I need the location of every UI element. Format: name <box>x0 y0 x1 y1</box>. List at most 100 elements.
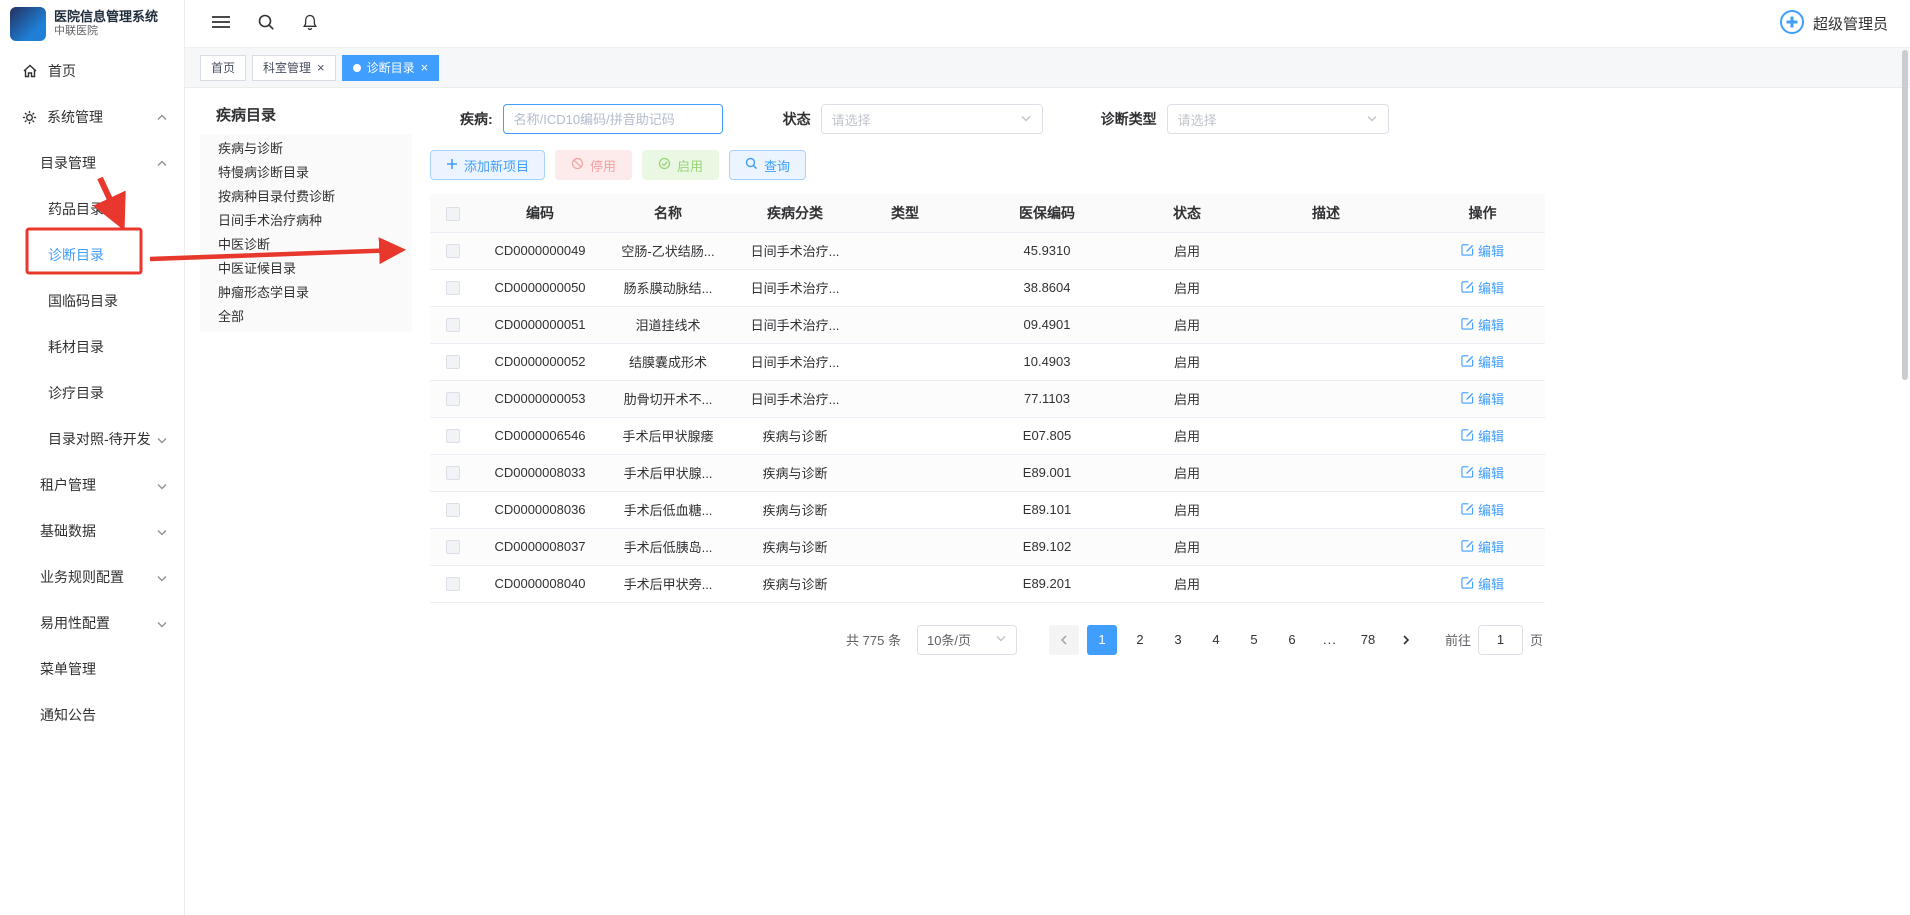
chevron-down-icon <box>1366 112 1378 127</box>
catalog-list: 疾病与诊断 特慢病诊断目录 按病种目录付费诊断 日间手术治疗病种 中医诊断 中医… <box>200 134 412 332</box>
cell-status: 启用 <box>1142 232 1232 269</box>
edit-button[interactable]: 编辑 <box>1461 352 1504 371</box>
edit-button[interactable]: 编辑 <box>1461 500 1504 519</box>
status-select[interactable]: 请选择 <box>821 104 1043 134</box>
user-menu[interactable]: 超级管理员 <box>1779 9 1888 39</box>
row-checkbox[interactable] <box>446 540 460 554</box>
catalog-panel-title: 疾病目录 <box>200 96 412 134</box>
sidebar-item-home[interactable]: 首页 <box>0 48 184 94</box>
cell-type <box>858 454 952 491</box>
catalog-item-tcm-diagnosis[interactable]: 中医诊断 <box>200 233 412 257</box>
cell-category: 疾病与诊断 <box>732 417 858 454</box>
search-icon[interactable] <box>257 13 275 34</box>
sidebar-item-catalog-management[interactable]: 目录管理 <box>0 140 184 186</box>
tab-diagnosis-catalog[interactable]: 诊断目录 × <box>342 55 440 81</box>
disable-button-label: 停用 <box>590 156 616 175</box>
page-button-4[interactable]: 4 <box>1201 625 1231 655</box>
sidebar-item-base-data[interactable]: 基础数据 <box>0 508 184 554</box>
edit-button[interactable]: 编辑 <box>1461 574 1504 593</box>
row-checkbox[interactable] <box>446 392 460 406</box>
page-button-2[interactable]: 2 <box>1125 625 1155 655</box>
catalog-item-special-chronic[interactable]: 特慢病诊断目录 <box>200 161 412 185</box>
cell-status: 启用 <box>1142 417 1232 454</box>
catalog-item-day-surgery[interactable]: 日间手术治疗病种 <box>200 209 412 233</box>
edit-button[interactable]: 编辑 <box>1461 426 1504 445</box>
diagnosis-type-select[interactable]: 请选择 <box>1167 104 1389 134</box>
page-button-1[interactable]: 1 <box>1087 625 1117 655</box>
row-checkbox[interactable] <box>446 503 460 517</box>
add-item-button[interactable]: 添加新项目 <box>430 150 545 180</box>
close-icon[interactable]: × <box>317 61 325 74</box>
cell-name: 结膜囊成形术 <box>604 343 732 380</box>
page-button-3[interactable]: 3 <box>1163 625 1193 655</box>
edit-button[interactable]: 编辑 <box>1461 463 1504 482</box>
edit-button[interactable]: 编辑 <box>1461 241 1504 260</box>
chevron-down-icon <box>995 632 1007 647</box>
sidebar-item-treatment-catalog[interactable]: 诊疗目录 <box>0 370 184 416</box>
chevron-up-icon <box>156 111 168 127</box>
select-all-checkbox[interactable] <box>446 207 460 221</box>
enable-button[interactable]: 启用 <box>642 150 719 180</box>
sidebar-item-usability-config[interactable]: 易用性配置 <box>0 600 184 646</box>
catalog-item-tcm-syndrome[interactable]: 中医证候目录 <box>200 257 412 281</box>
page-button-5[interactable]: 5 <box>1239 625 1269 655</box>
row-checkbox[interactable] <box>446 355 460 369</box>
row-checkbox[interactable] <box>446 281 460 295</box>
sidebar-item-system-management[interactable]: 系统管理 <box>0 94 184 140</box>
diagnosis-table: 编码 名称 疾病分类 类型 医保编码 状态 描述 操作 <box>430 194 1545 603</box>
sidebar-item-national-code-catalog[interactable]: 国临码目录 <box>0 278 184 324</box>
bell-icon[interactable] <box>301 13 319 34</box>
page-size-select[interactable]: 10条/页 <box>917 625 1017 655</box>
edit-button[interactable]: 编辑 <box>1461 315 1504 334</box>
sidebar-item-drug-catalog[interactable]: 药品目录 <box>0 186 184 232</box>
sidebar-item-consumables-catalog[interactable]: 耗材目录 <box>0 324 184 370</box>
edit-button[interactable]: 编辑 <box>1461 537 1504 556</box>
prev-page-button[interactable] <box>1049 625 1079 655</box>
tab-home[interactable]: 首页 <box>200 55 246 81</box>
row-checkbox[interactable] <box>446 244 460 258</box>
goto-page-input[interactable] <box>1478 625 1523 655</box>
cell-status: 启用 <box>1142 343 1232 380</box>
vertical-scrollbar[interactable] <box>1902 50 1908 380</box>
sidebar-item-business-rules[interactable]: 业务规则配置 <box>0 554 184 600</box>
cell-category: 日间手术治疗... <box>732 269 858 306</box>
sidebar-item-menu-management[interactable]: 菜单管理 <box>0 646 184 692</box>
cell-code: CD0000000052 <box>476 343 604 380</box>
cell-code: CD0000008033 <box>476 454 604 491</box>
close-icon[interactable]: × <box>421 61 429 74</box>
cell-code: CD0000008040 <box>476 565 604 602</box>
cell-description <box>1232 306 1420 343</box>
plus-icon <box>446 158 458 173</box>
cell-insurance-code: E89.101 <box>952 491 1142 528</box>
query-button[interactable]: 查询 <box>729 150 806 180</box>
cell-description <box>1232 380 1420 417</box>
cell-type <box>858 417 952 454</box>
next-page-button[interactable] <box>1391 625 1421 655</box>
cell-name: 手术后低血糖... <box>604 491 732 528</box>
page-button-last[interactable]: 78 <box>1353 625 1383 655</box>
table-row: CD0000000051 泪道挂线术 日间手术治疗... 09.4901 启用 … <box>430 306 1545 343</box>
disease-catalog-panel: 疾病目录 疾病与诊断 特慢病诊断目录 按病种目录付费诊断 日间手术治疗病种 中医… <box>200 96 412 915</box>
more-pages-ellipsis[interactable]: ... <box>1315 625 1345 655</box>
row-checkbox[interactable] <box>446 577 460 591</box>
catalog-item-disease-diagnosis[interactable]: 疾病与诊断 <box>200 137 412 161</box>
edit-button[interactable]: 编辑 <box>1461 278 1504 297</box>
collapse-menu-icon[interactable] <box>211 14 231 33</box>
tab-department-management[interactable]: 科室管理 × <box>252 55 336 81</box>
disease-search-input[interactable] <box>503 104 723 134</box>
row-checkbox[interactable] <box>446 318 460 332</box>
page-button-6[interactable]: 6 <box>1277 625 1307 655</box>
disable-button[interactable]: 停用 <box>555 150 632 180</box>
sidebar-item-catalog-mapping[interactable]: 目录对照-待开发 <box>0 416 184 462</box>
sidebar-item-tenant-management[interactable]: 租户管理 <box>0 462 184 508</box>
diagnosis-type-filter-label: 诊断类型 <box>1101 109 1157 129</box>
sidebar-item-diagnosis-catalog[interactable]: 诊断目录 <box>0 232 184 278</box>
edit-button[interactable]: 编辑 <box>1461 389 1504 408</box>
catalog-item-tumor-morphology[interactable]: 肿瘤形态学目录 <box>200 281 412 305</box>
sidebar-item-notice[interactable]: 通知公告 <box>0 692 184 738</box>
catalog-item-all[interactable]: 全部 <box>200 305 412 329</box>
row-checkbox[interactable] <box>446 429 460 443</box>
column-header-insurance-code: 医保编码 <box>952 194 1142 232</box>
row-checkbox[interactable] <box>446 466 460 480</box>
catalog-item-pay-by-disease[interactable]: 按病种目录付费诊断 <box>200 185 412 209</box>
